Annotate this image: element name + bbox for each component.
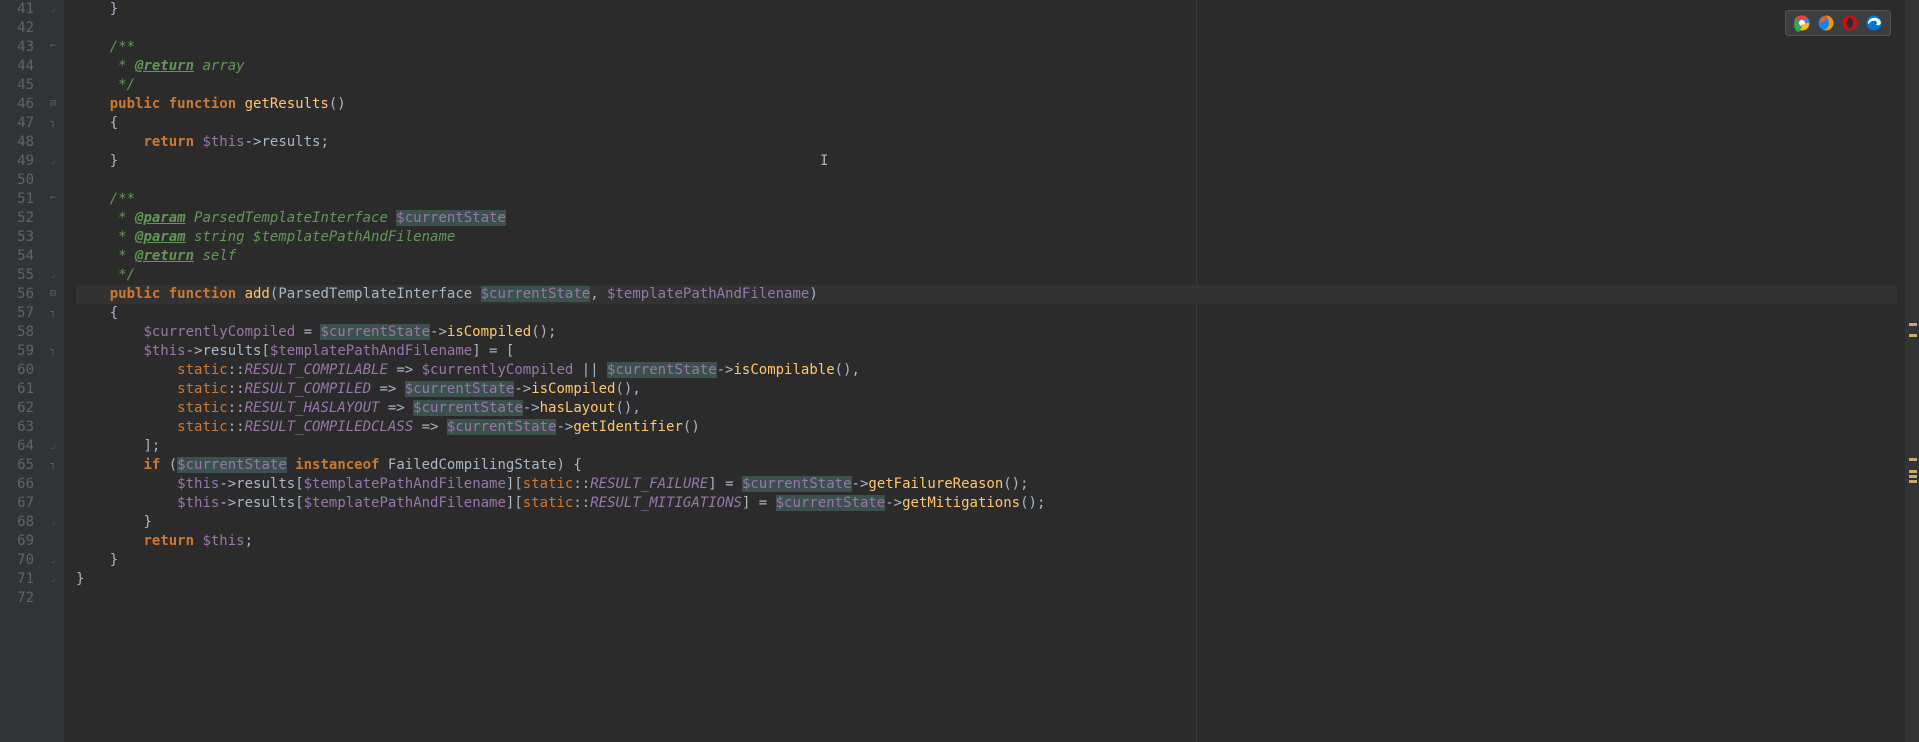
firefox-icon[interactable] bbox=[1817, 14, 1835, 32]
line-number[interactable]: 70 bbox=[0, 551, 34, 570]
code-line[interactable]: static::RESULT_HASLAYOUT => $currentStat… bbox=[76, 399, 1897, 418]
line-number[interactable]: 64 bbox=[0, 437, 34, 456]
line-number[interactable]: 54 bbox=[0, 247, 34, 266]
line-number[interactable]: 69 bbox=[0, 532, 34, 551]
fold-toggle[interactable]: ⌟ bbox=[50, 575, 58, 583]
code-line[interactable]: $currentlyCompiled = $currentState->isCo… bbox=[76, 323, 1897, 342]
line-number[interactable]: 56 bbox=[0, 285, 34, 304]
code-line[interactable]: ]; bbox=[76, 437, 1897, 456]
fold-toggle[interactable]: ┐ bbox=[50, 461, 58, 469]
code-line[interactable]: } bbox=[76, 551, 1897, 570]
code-line[interactable]: /** bbox=[76, 190, 1897, 209]
code-line[interactable] bbox=[76, 171, 1897, 190]
fold-toggle[interactable]: ⌐ bbox=[50, 43, 58, 51]
line-number[interactable]: 67 bbox=[0, 494, 34, 513]
code-line[interactable] bbox=[76, 589, 1897, 608]
error-stripe[interactable] bbox=[1905, 0, 1919, 742]
code-area[interactable]: } /** * @return array */ public function… bbox=[76, 0, 1897, 742]
line-number[interactable]: 44 bbox=[0, 57, 34, 76]
code-line[interactable]: static::RESULT_COMPILED => $currentState… bbox=[76, 380, 1897, 399]
line-number[interactable]: 53 bbox=[0, 228, 34, 247]
marker-warn[interactable] bbox=[1909, 323, 1917, 326]
code-line[interactable]: $this->results[$templatePathAndFilename]… bbox=[76, 342, 1897, 361]
code-line[interactable]: public function getResults() bbox=[76, 95, 1897, 114]
line-number[interactable]: 51 bbox=[0, 190, 34, 209]
code-line[interactable]: */ bbox=[76, 266, 1897, 285]
line-number[interactable]: 60 bbox=[0, 361, 34, 380]
line-number[interactable]: 55 bbox=[0, 266, 34, 285]
code-line[interactable]: } bbox=[76, 513, 1897, 532]
code-line[interactable]: { bbox=[76, 114, 1897, 133]
code-line[interactable]: /** bbox=[76, 38, 1897, 57]
line-number[interactable]: 59 bbox=[0, 342, 34, 361]
fold-toggle[interactable]: ┐ bbox=[50, 309, 58, 317]
line-number[interactable]: 45 bbox=[0, 76, 34, 95]
fold-toggle[interactable]: ⊟ bbox=[50, 100, 58, 108]
fold-toggle[interactable]: ┐ bbox=[50, 119, 58, 127]
code-line[interactable]: $this->results[$templatePathAndFilename]… bbox=[76, 475, 1897, 494]
edge-icon[interactable] bbox=[1865, 14, 1883, 32]
opera-icon[interactable] bbox=[1841, 14, 1859, 32]
line-number[interactable]: 58 bbox=[0, 323, 34, 342]
line-number[interactable]: 72 bbox=[0, 589, 34, 608]
line-number-gutter[interactable]: 4142434445464748495051525354555657585960… bbox=[0, 0, 42, 742]
line-number[interactable]: 43 bbox=[0, 38, 34, 57]
fold-toggle[interactable]: ⊟ bbox=[50, 290, 58, 298]
editor-viewport: 4142434445464748495051525354555657585960… bbox=[0, 0, 1919, 742]
code-line[interactable]: if ($currentState instanceof FailedCompi… bbox=[76, 456, 1897, 475]
browser-preview-toolbar bbox=[1785, 10, 1891, 36]
marker-warn[interactable] bbox=[1909, 480, 1917, 483]
line-number[interactable]: 46 bbox=[0, 95, 34, 114]
fold-toggle[interactable]: ⌟ bbox=[50, 271, 58, 279]
fold-toggle[interactable]: ⌟ bbox=[50, 518, 58, 526]
code-line[interactable]: } bbox=[76, 152, 1897, 171]
line-number[interactable]: 48 bbox=[0, 133, 34, 152]
code-line[interactable]: * @param string $templatePathAndFilename bbox=[76, 228, 1897, 247]
fold-toggle[interactable]: ⌟ bbox=[50, 556, 58, 564]
fold-toggle[interactable]: ┐ bbox=[50, 347, 58, 355]
code-line[interactable]: */ bbox=[76, 76, 1897, 95]
code-line[interactable]: * @return array bbox=[76, 57, 1897, 76]
code-line[interactable]: public function add(ParsedTemplateInterf… bbox=[76, 285, 1897, 304]
text-caret: 𝙸 bbox=[820, 152, 821, 170]
code-line[interactable]: * @return self bbox=[76, 247, 1897, 266]
line-number[interactable]: 62 bbox=[0, 399, 34, 418]
code-line[interactable]: return $this; bbox=[76, 532, 1897, 551]
chrome-icon[interactable] bbox=[1793, 14, 1811, 32]
marker-warn[interactable] bbox=[1909, 458, 1917, 461]
code-line[interactable]: static::RESULT_COMPILEDCLASS => $current… bbox=[76, 418, 1897, 437]
fold-toggle[interactable]: ⌟ bbox=[50, 442, 58, 450]
marker-warn[interactable] bbox=[1909, 334, 1917, 337]
line-number[interactable]: 61 bbox=[0, 380, 34, 399]
line-number[interactable]: 50 bbox=[0, 171, 34, 190]
line-number[interactable]: 71 bbox=[0, 570, 34, 589]
marker-warn[interactable] bbox=[1909, 475, 1917, 478]
line-number[interactable]: 42 bbox=[0, 19, 34, 38]
line-number[interactable]: 66 bbox=[0, 475, 34, 494]
code-line[interactable]: } bbox=[76, 570, 1897, 589]
line-number[interactable]: 49 bbox=[0, 152, 34, 171]
line-number[interactable]: 57 bbox=[0, 304, 34, 323]
code-line[interactable]: } bbox=[76, 0, 1897, 19]
line-number[interactable]: 63 bbox=[0, 418, 34, 437]
code-line[interactable] bbox=[76, 19, 1897, 38]
line-number[interactable]: 52 bbox=[0, 209, 34, 228]
fold-toggle[interactable]: ⌟ bbox=[50, 157, 58, 165]
line-number[interactable]: 41 bbox=[0, 0, 34, 19]
code-line[interactable]: { bbox=[76, 304, 1897, 323]
code-line[interactable]: static::RESULT_COMPILABLE => $currentlyC… bbox=[76, 361, 1897, 380]
marker-warn[interactable] bbox=[1909, 470, 1917, 473]
fold-toggle[interactable]: ⌐ bbox=[50, 195, 58, 203]
fold-column[interactable]: ⌟ ⌐ ⊟ ┐ ⌟ ⌐ ⌟ ⊟ ┐ ┐ ⌟ ┐ ⌟ ⌟ ⌟ bbox=[42, 0, 64, 742]
line-number[interactable]: 47 bbox=[0, 114, 34, 133]
fold-toggle[interactable]: ⌟ bbox=[50, 5, 58, 13]
line-number[interactable]: 68 bbox=[0, 513, 34, 532]
code-line[interactable]: return $this->results; bbox=[76, 133, 1897, 152]
code-line[interactable]: $this->results[$templatePathAndFilename]… bbox=[76, 494, 1897, 513]
line-number[interactable]: 65 bbox=[0, 456, 34, 475]
code-line[interactable]: * @param ParsedTemplateInterface $curren… bbox=[76, 209, 1897, 228]
